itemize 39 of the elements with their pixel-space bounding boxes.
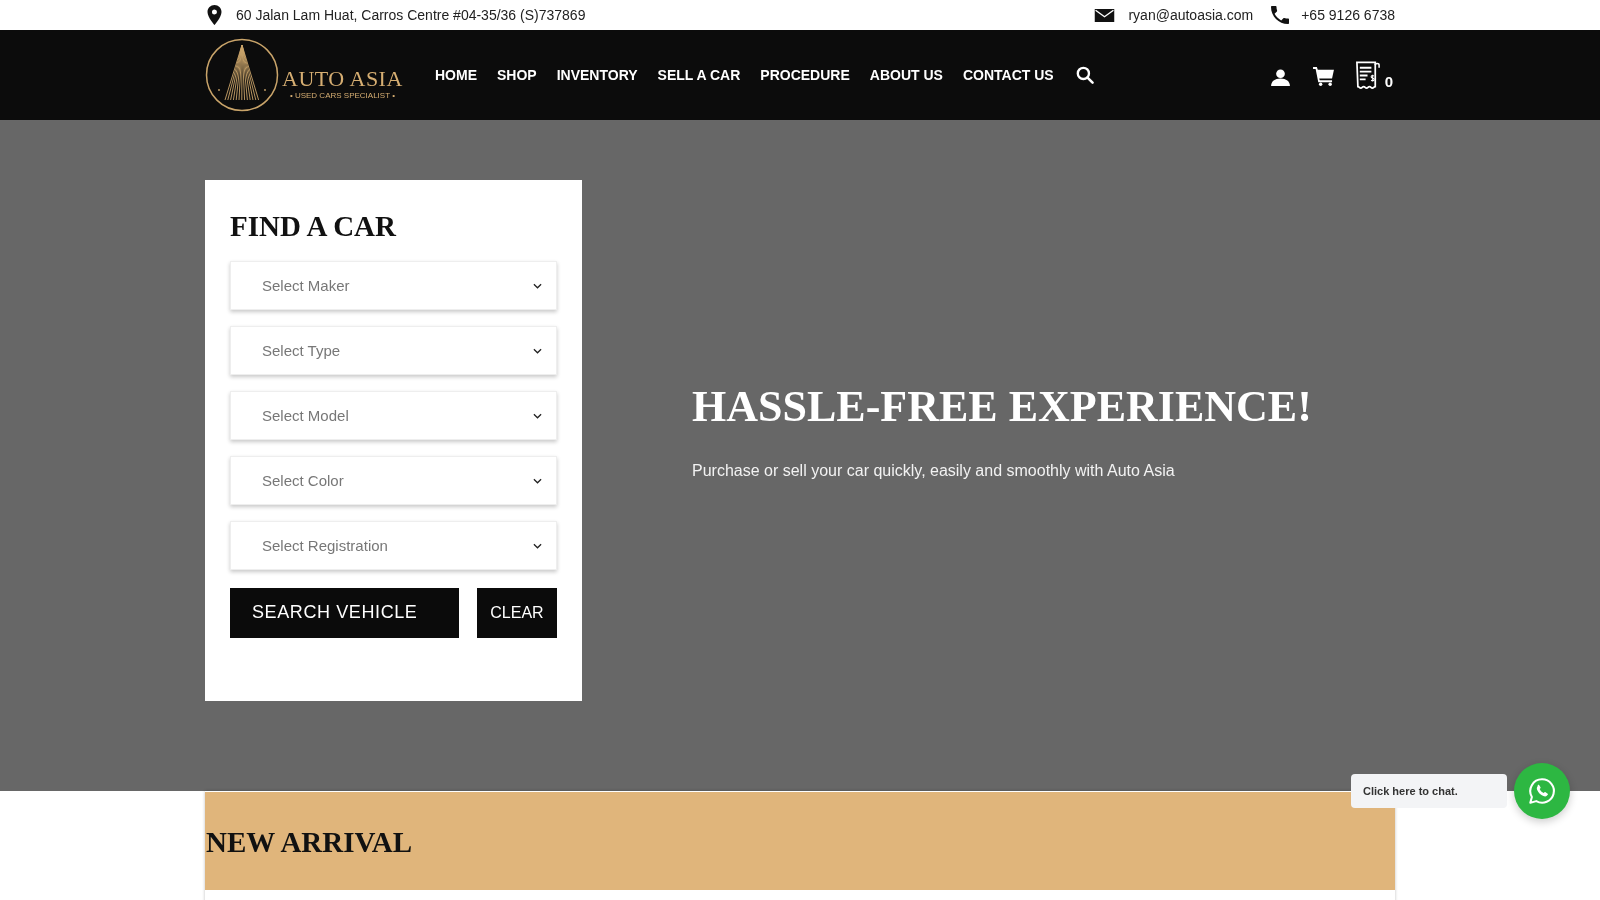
dropdown-field[interactable]: Select Registration xyxy=(230,521,557,570)
map-pin-icon xyxy=(207,5,222,25)
chevron-down-icon xyxy=(533,542,542,549)
phone-speech-bubble-icon xyxy=(1527,776,1557,806)
address-text: 60 Jalan Lam Huat, Carros Centre #04-35/36 (S)737869 xyxy=(236,6,586,24)
nav-link[interactable]: INVENTORY xyxy=(556,66,638,84)
user-icon[interactable] xyxy=(1270,68,1290,86)
nav-link[interactable]: PROCEDURE xyxy=(760,66,850,84)
phone-link[interactable]: +65 9126 6738 xyxy=(1301,6,1395,24)
hero-headline: HASSLE-FREE EXPERIENCE! xyxy=(692,381,1312,433)
chat-prompt[interactable]: Click here to chat. xyxy=(1351,774,1507,808)
chevron-down-icon xyxy=(533,412,542,419)
quote-count: 0 xyxy=(1384,73,1393,90)
sunburst-logo-icon[interactable] xyxy=(205,38,279,112)
nav-link[interactable]: SHOP xyxy=(497,66,537,84)
nav-link[interactable]: HOME xyxy=(435,66,477,84)
clear-button[interactable]: CLEAR xyxy=(477,588,557,638)
dropdown-field[interactable]: Select Type xyxy=(230,326,557,375)
finder-title: FIND A CAR xyxy=(230,209,398,244)
logo-wordmark: AUTO ASIA xyxy=(282,67,403,91)
chevron-down-icon xyxy=(533,282,542,289)
envelope-icon xyxy=(1094,8,1116,22)
search-vehicle-button[interactable]: SEARCH VEHICLE xyxy=(230,588,459,638)
dropdown-field[interactable]: Select Color xyxy=(230,456,557,505)
nav-link[interactable]: CONTACT US xyxy=(962,66,1054,84)
section-title: NEW ARRIVAL xyxy=(206,825,414,860)
nav-link[interactable]: SELL A CAR xyxy=(657,66,741,84)
dropdown-field[interactable]: Select Maker xyxy=(230,261,557,310)
nav-link[interactable]: ABOUT US xyxy=(869,66,943,84)
dropdown-field[interactable]: Select Model xyxy=(230,391,557,440)
logo-tagline: • USED CARS SPECIALIST • xyxy=(289,91,395,101)
phone-icon xyxy=(1271,6,1290,24)
chevron-down-icon xyxy=(533,477,542,484)
search-icon[interactable] xyxy=(1075,66,1094,84)
chevron-down-icon xyxy=(533,347,542,354)
receipt-icon[interactable] xyxy=(1354,60,1382,90)
hero-subtitle: Purchase or sell your car quickly, easily and smoothly with Auto Asia xyxy=(692,461,1176,481)
cart-icon[interactable] xyxy=(1312,66,1334,86)
email-link[interactable]: ryan@autoasia.com xyxy=(1128,6,1254,24)
